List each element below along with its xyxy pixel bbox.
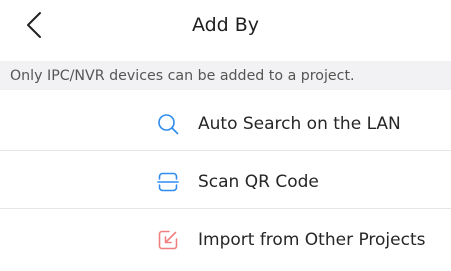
notice-banner: Only IPC/NVR devices can be added to a p… — [0, 61, 451, 90]
search-icon — [156, 112, 180, 136]
scan-qr-label: Scan QR Code — [198, 172, 319, 192]
page-title: Add By — [191, 14, 260, 36]
divider — [0, 150, 451, 151]
scan-qr-option[interactable]: Scan QR Code — [0, 159, 451, 209]
notice-text: Only IPC/NVR devices can be added to a p… — [10, 68, 355, 84]
import-projects-option[interactable]: Import from Other Projects — [0, 217, 451, 267]
auto-search-label: Auto Search on the LAN — [198, 114, 401, 134]
import-icon — [156, 228, 180, 252]
divider — [0, 208, 451, 209]
scan-icon — [156, 170, 180, 194]
header: Add By — [0, 0, 451, 50]
import-projects-label: Import from Other Projects — [198, 230, 426, 250]
auto-search-option[interactable]: Auto Search on the LAN — [0, 101, 451, 151]
